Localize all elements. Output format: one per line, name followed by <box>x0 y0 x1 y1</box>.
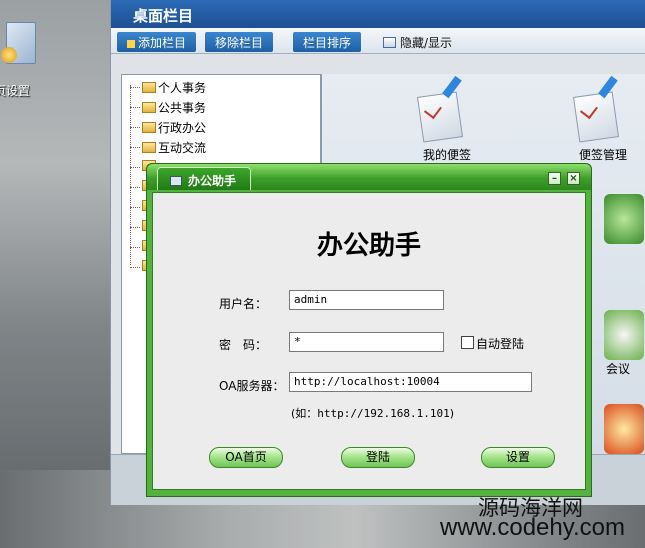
hint-suffix: ) <box>449 407 455 420</box>
add-column-label: 添加栏目 <box>138 36 187 50</box>
desktop-shortcut[interactable]: 页设置 <box>0 20 58 98</box>
folder-icon <box>142 122 156 133</box>
folder-icon <box>142 82 156 93</box>
password-label: 密 码： <box>219 338 268 352</box>
dialog-titlebar: 办公助手 – × <box>147 164 591 190</box>
minimize-icon[interactable]: – <box>548 172 561 185</box>
tree-connector <box>130 85 131 265</box>
add-column-icon <box>127 39 135 48</box>
auto-login-label: 自动登陆 <box>476 337 525 351</box>
my-notes-tile[interactable]: 我的便签 <box>392 84 482 164</box>
tree-item[interactable]: 行政办公 <box>129 119 207 137</box>
hint-prefix: (如： <box>291 407 318 420</box>
tree-item-label: 互动交流 <box>158 141 207 155</box>
calendar-icon[interactable] <box>604 194 644 244</box>
window-icon <box>383 37 396 48</box>
dialog-title-tab: 办公助手 <box>157 167 251 190</box>
tree-item-label: 行政办公 <box>158 121 207 135</box>
shortcut-icon <box>1 22 36 64</box>
notes-manage-icon <box>572 91 620 143</box>
hint-example: http://192.168.1.101 <box>317 407 450 420</box>
sort-column-button[interactable]: 栏目排序 <box>293 32 362 52</box>
dialog-body: 办公助手 用户名： admin 密 码： * 自动登陆 OA服务器： http:… <box>152 192 586 490</box>
auto-login-checkbox[interactable] <box>461 336 474 349</box>
settings-button[interactable]: 设置 <box>481 447 555 468</box>
notes-manage-tile[interactable]: 便签管理 <box>548 84 638 164</box>
oa-home-button[interactable]: OA首页 <box>209 447 283 468</box>
tree-item[interactable]: 个人事务 <box>129 79 207 97</box>
meeting-icon[interactable] <box>604 310 644 360</box>
meeting-label: 会议 <box>606 362 631 376</box>
username-label: 用户名： <box>219 297 268 311</box>
notes-manage-label: 便签管理 <box>578 148 627 162</box>
app-titlebar: 桌面栏目 <box>111 0 645 28</box>
dialog-title: 办公助手 <box>188 174 237 188</box>
sort-column-label: 栏目排序 <box>303 36 352 50</box>
folder-icon <box>142 142 156 153</box>
password-input[interactable]: * <box>289 332 444 352</box>
app-icon <box>170 176 182 186</box>
username-input[interactable]: admin <box>289 290 444 310</box>
tree-item[interactable]: 公共事务 <box>129 99 207 117</box>
server-hint: (如：http://192.168.1.101) <box>291 405 454 421</box>
app-title: 桌面栏目 <box>133 7 194 25</box>
folder-icon <box>142 102 156 113</box>
notes-icon <box>416 91 464 143</box>
remove-column-label: 移除栏目 <box>215 36 264 50</box>
add-column-button[interactable]: 添加栏目 <box>117 32 197 52</box>
remove-column-button[interactable]: 移除栏目 <box>205 32 274 52</box>
my-notes-label: 我的便签 <box>422 148 471 162</box>
close-icon[interactable]: × <box>567 172 580 185</box>
dialog-heading: 办公助手 <box>316 231 421 261</box>
tree-item-label: 个人事务 <box>158 81 207 95</box>
server-label: OA服务器： <box>219 379 285 393</box>
toggle-visibility-label: 隐藏/显示 <box>400 36 453 50</box>
watermark-url: www.codehy.com <box>440 514 625 541</box>
tree-item[interactable]: 互动交流 <box>129 139 207 157</box>
app-toolbar: 添加栏目 移除栏目 栏目排序 隐藏/显示 <box>111 28 645 54</box>
reminder-icon[interactable] <box>604 404 644 454</box>
toggle-visibility-link[interactable]: 隐藏/显示 <box>383 32 452 52</box>
desktop-shortcut-label: 页设置 <box>0 84 31 98</box>
server-url-input[interactable]: http://localhost:10004 <box>289 372 532 392</box>
tree-item-label: 公共事务 <box>158 101 207 115</box>
login-button[interactable]: 登陆 <box>341 447 415 468</box>
office-assistant-dialog: 办公助手 – × 办公助手 用户名： admin 密 码： * 自动登陆 OA服… <box>146 163 592 497</box>
